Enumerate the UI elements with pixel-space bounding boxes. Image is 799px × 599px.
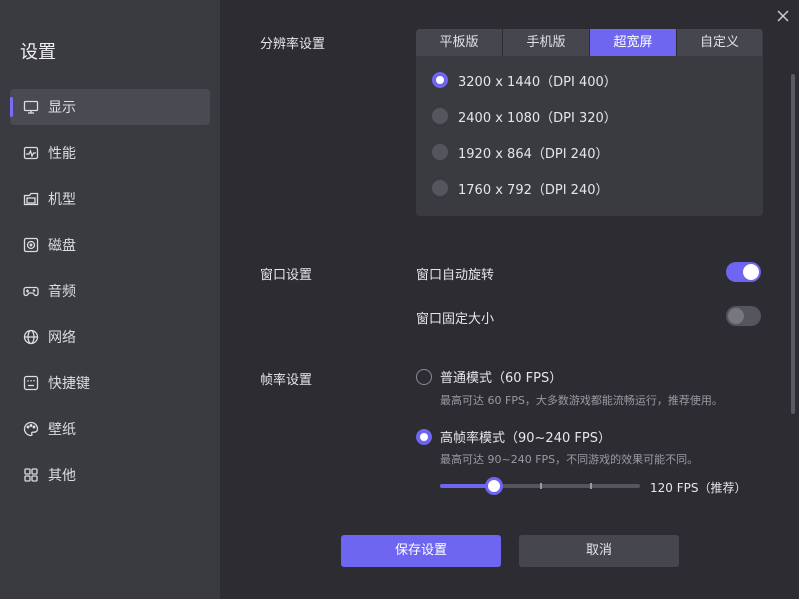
radio-button[interactable]	[416, 368, 432, 385]
toggle-knob	[728, 308, 744, 324]
sidebar-title: 设置	[20, 42, 56, 63]
sidebar-item-shortcuts[interactable]: 快捷键	[10, 365, 210, 401]
fps-slider[interactable]	[440, 477, 640, 495]
cancel-button[interactable]: 取消	[519, 535, 679, 567]
auto-rotate-toggle[interactable]	[726, 262, 761, 282]
fixed-size-label: 窗口固定大小	[416, 312, 495, 327]
slider-thumb[interactable]	[485, 477, 503, 495]
sidebar-item-label: 机型	[48, 192, 76, 208]
sidebar-item-audio[interactable]: 音频	[10, 273, 210, 309]
high-framerate-label: 高帧率模式（90~240 FPS）	[440, 431, 611, 446]
sidebar-item-label: 显示	[48, 100, 76, 116]
radio-button[interactable]	[432, 180, 448, 196]
sidebar-item-label: 壁纸	[48, 422, 76, 438]
save-button[interactable]: 保存设置	[341, 535, 501, 567]
sidebar-item-disk[interactable]: 磁盘	[10, 227, 210, 263]
sidebar-item-performance[interactable]: 性能	[10, 135, 210, 171]
sidebar-item-device-model[interactable]: 机型	[10, 181, 210, 217]
framerate-section-label: 帧率设置	[260, 373, 313, 388]
sidebar-item-network[interactable]: 网络	[10, 319, 210, 355]
scrollbar[interactable]	[791, 30, 795, 590]
window-section-label: 窗口设置	[260, 268, 313, 283]
resolution-tabs: 平板版 手机版 超宽屏 自定义	[416, 29, 763, 56]
sidebar: 设置 显示 性能 机型 磁盘 音频 网络 快捷键 壁纸 其他	[0, 0, 220, 599]
device-model-icon	[22, 190, 40, 208]
tab-ultrawide[interactable]: 超宽屏	[590, 29, 677, 56]
resolution-option[interactable]: 1760 x 792（DPI 240）	[432, 178, 608, 198]
tab-custom[interactable]: 自定义	[677, 29, 762, 56]
fps-slider-value: 120 FPS（推荐）	[650, 481, 747, 495]
resolution-option-label: 1920 x 864（DPI 240）	[458, 146, 609, 162]
normal-mode-option[interactable]: 普通模式（60 FPS）	[416, 367, 562, 386]
sidebar-item-label: 性能	[48, 146, 76, 162]
sidebar-item-display[interactable]: 显示	[10, 89, 210, 125]
disk-icon	[22, 236, 40, 254]
grid-icon	[22, 466, 40, 484]
gamepad-icon	[22, 282, 40, 300]
radio-button[interactable]	[432, 72, 448, 88]
auto-rotate-label: 窗口自动旋转	[416, 268, 495, 283]
resolution-option-label: 1760 x 792（DPI 240）	[458, 182, 609, 198]
palette-icon	[22, 420, 40, 438]
slider-tick	[540, 483, 542, 489]
resolution-section-label: 分辨率设置	[260, 37, 326, 52]
high-framerate-option[interactable]: 高帧率模式（90~240 FPS）	[416, 427, 611, 446]
sidebar-nav: 显示 性能 机型 磁盘 音频 网络 快捷键 壁纸 其他	[10, 89, 210, 503]
toggle-knob	[743, 264, 759, 280]
tab-phone[interactable]: 手机版	[503, 29, 590, 56]
settings-window: 设置 显示 性能 机型 磁盘 音频 网络 快捷键 壁纸 其他 分辨率设置 平板版…	[0, 0, 799, 599]
normal-mode-label: 普通模式（60 FPS）	[440, 371, 563, 386]
sidebar-item-label: 网络	[48, 330, 76, 346]
sidebar-item-wallpaper[interactable]: 壁纸	[10, 411, 210, 447]
slider-tick	[590, 483, 592, 489]
keyboard-icon	[22, 374, 40, 392]
close-button[interactable]	[774, 7, 792, 25]
resolution-option[interactable]: 1920 x 864（DPI 240）	[432, 142, 608, 162]
radio-button[interactable]	[416, 428, 432, 445]
scrollbar-thumb[interactable]	[791, 74, 795, 414]
radio-button[interactable]	[432, 144, 448, 160]
normal-mode-description: 最高可达 60 FPS，大多数游戏都能流畅运行，推荐使用。	[440, 394, 723, 407]
monitor-icon	[22, 98, 40, 116]
radio-button[interactable]	[432, 108, 448, 124]
fixed-size-toggle[interactable]	[726, 306, 761, 326]
high-framerate-description: 最高可达 90~240 FPS，不同游戏的效果可能不同。	[440, 453, 699, 466]
sidebar-item-other[interactable]: 其他	[10, 457, 210, 493]
resolution-option-label: 3200 x 1440（DPI 400）	[458, 74, 617, 90]
resolution-option-label: 2400 x 1080（DPI 320）	[458, 110, 617, 126]
sidebar-item-label: 音频	[48, 284, 76, 300]
close-icon	[777, 10, 789, 22]
globe-icon	[22, 328, 40, 346]
performance-icon	[22, 144, 40, 162]
resolution-panel: 平板版 手机版 超宽屏 自定义 3200 x 1440（DPI 400） 240…	[416, 29, 763, 216]
tab-tablet[interactable]: 平板版	[416, 29, 503, 56]
sidebar-item-label: 其他	[48, 468, 76, 484]
sidebar-item-label: 快捷键	[48, 376, 90, 392]
resolution-option[interactable]: 3200 x 1440（DPI 400）	[432, 70, 617, 90]
resolution-option[interactable]: 2400 x 1080（DPI 320）	[432, 106, 617, 126]
sidebar-item-label: 磁盘	[48, 238, 76, 254]
